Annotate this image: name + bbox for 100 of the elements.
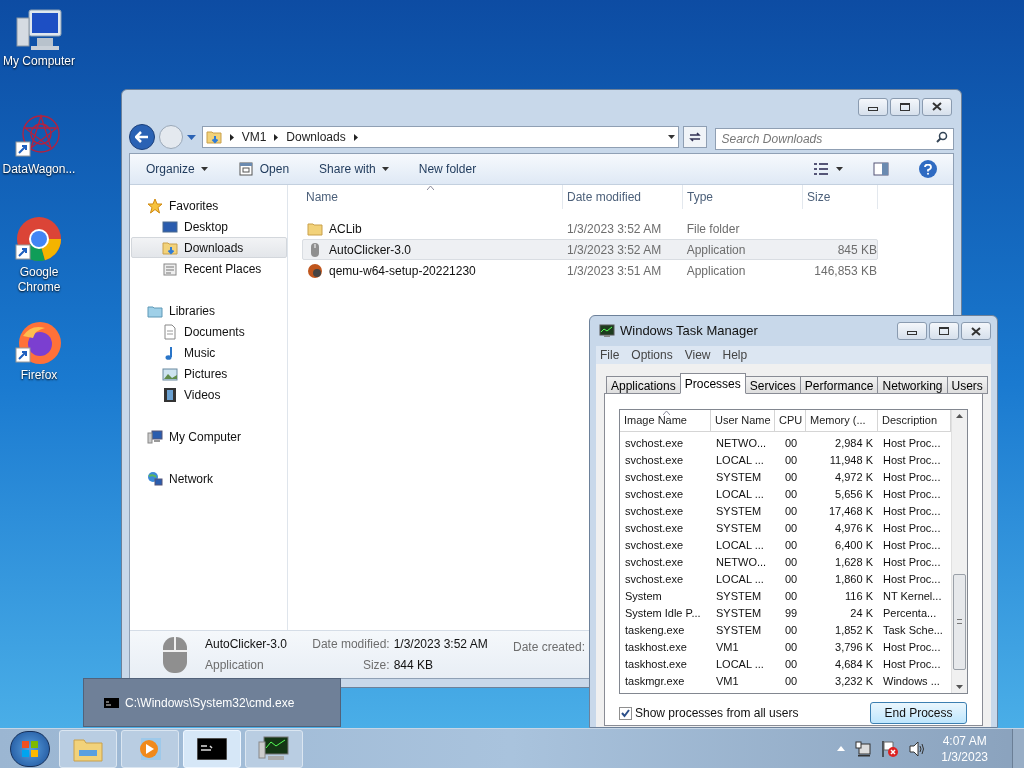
preview-pane-button[interactable] [873,162,889,176]
column-header[interactable]: Name [302,185,563,209]
nav-item[interactable]: Desktop [131,216,287,237]
toolbar-button[interactable]: Open [237,160,290,178]
search-field[interactable]: Search Downloads [714,128,954,150]
play-icon [137,735,163,762]
file-row[interactable]: AutoClicker-3.0 1/3/2023 3:52 AM Application 845 KB [302,239,878,260]
nav-item[interactable]: Downloads [131,237,287,258]
table-cell-text: 00 [785,674,798,690]
taskbar-button[interactable] [183,729,241,768]
nav-group[interactable]: Favorites [130,195,287,216]
network-icon[interactable] [855,740,872,757]
scroll-up-icon[interactable] [956,414,963,418]
command-prompt-icon [197,737,227,760]
file-type: Application [685,241,747,259]
refresh-button[interactable] [682,126,707,148]
desktop-shortcut[interactable]: DataWagon... [0,112,78,215]
toolbar-button[interactable]: Share with [319,160,389,178]
desktop-shortcut[interactable]: Google Chrome [0,215,78,318]
file-name: AutoClicker-3.0 [329,241,412,259]
tab[interactable]: Processes [679,373,746,394]
tab[interactable]: Networking [877,376,948,394]
column-header[interactable]: Size [803,185,878,209]
nav-group[interactable]: Network [130,468,287,489]
table-cell-text: 4,976 K [835,521,873,537]
view-options-button[interactable] [814,163,843,175]
file-row[interactable]: qemu-w64-setup-20221230 1/3/2023 3:51 AM Application 146,853 KB [302,260,878,281]
table-cell-text: 5,656 K [835,487,873,503]
toolbar-button[interactable]: Organize [146,160,208,178]
caret-icon [200,167,208,171]
table-cell-text: Host Proc... [883,538,941,554]
maximize-button[interactable] [890,97,920,116]
document-icon [162,323,178,340]
scrollbar-thumb[interactable] [953,573,966,670]
column-header[interactable]: CPU [775,410,806,432]
minimize-button[interactable] [858,97,888,116]
tab[interactable]: Performance [799,376,879,394]
nav-item[interactable]: Documents [131,321,287,342]
file-name: qemu-w64-setup-20221230 [329,262,476,280]
table-cell-text: svchost.exe [625,436,684,452]
file-size: 845 KB [837,241,877,259]
tab[interactable]: Applications [606,376,681,394]
close-button[interactable] [922,97,952,116]
table-cell-text: NETWO... [716,436,767,452]
scrollbar[interactable] [951,410,967,693]
column-header[interactable]: Type [683,185,803,209]
breadcrumb-item[interactable]: Downloads [286,128,346,146]
taskbar-button[interactable] [245,729,303,768]
tab[interactable]: Users [946,376,988,394]
table-cell-text: 00 [785,640,798,656]
file-row[interactable]: ACLib 1/3/2023 3:52 AM File folder [302,218,878,239]
tab[interactable]: Services [744,376,801,394]
installer-icon [307,262,323,279]
show-all-checkbox[interactable]: Show processes from all users [619,704,799,722]
mouse-icon [162,635,188,674]
menu-item[interactable]: Help [722,346,748,364]
table-cell-text: LOCAL ... [716,572,764,588]
table-cell-text: svchost.exe [625,504,684,520]
table-cell-text: Host Proc... [883,555,941,571]
show-desktop-button[interactable] [1012,728,1024,768]
maximize-button[interactable] [929,322,959,340]
grip-icon [957,619,962,624]
nav-item[interactable]: Recent Places [131,258,287,279]
desktop-shortcut[interactable]: Firefox [0,318,78,408]
toolbar-button[interactable]: New folder [418,160,477,178]
table-cell-text: Host Proc... [883,453,941,469]
column-header[interactable]: Image Name [620,410,711,432]
nav-item[interactable]: Videos [131,384,287,405]
flag-error-icon[interactable] [881,739,900,758]
minimize-button[interactable] [897,322,927,340]
desktop-shortcut[interactable]: My Computer [0,8,78,112]
column-header[interactable]: Description [878,410,951,432]
start-button[interactable] [10,730,50,767]
end-process-button[interactable]: End Process [870,702,967,724]
nav-item[interactable]: Pictures [131,363,287,384]
scroll-down-icon[interactable] [956,685,963,689]
column-header[interactable]: Memory (... [806,410,878,432]
caret-icon [836,167,843,171]
menu-item[interactable]: View [684,346,711,364]
nav-group[interactable]: Libraries [130,300,287,321]
menu-item[interactable]: File [600,346,620,364]
table-cell-text: 4,684 K [835,657,873,673]
computer-icon [147,428,163,445]
nav-group[interactable]: My Computer [130,426,287,447]
film-icon [162,386,178,403]
breadcrumb-item[interactable]: VM1 [241,128,267,146]
table-cell-text: Host Proc... [883,521,941,537]
checkbox[interactable] [619,706,632,720]
maximize-icon [939,327,949,335]
open-icon [237,161,254,177]
menu-item[interactable]: Options [631,346,673,364]
nav-item[interactable]: Music [131,342,287,363]
help-button[interactable] [919,160,937,178]
taskbar-preview[interactable]: C:\Windows\System32\cmd.exe [83,678,341,727]
address-bar[interactable]: VM1 Downloads [201,126,679,148]
table-cell-text: Host Proc... [883,436,941,452]
column-header[interactable]: Date modified [563,185,683,209]
back-button[interactable] [129,124,155,150]
column-header[interactable]: User Name [711,410,775,432]
close-button[interactable] [961,322,991,340]
